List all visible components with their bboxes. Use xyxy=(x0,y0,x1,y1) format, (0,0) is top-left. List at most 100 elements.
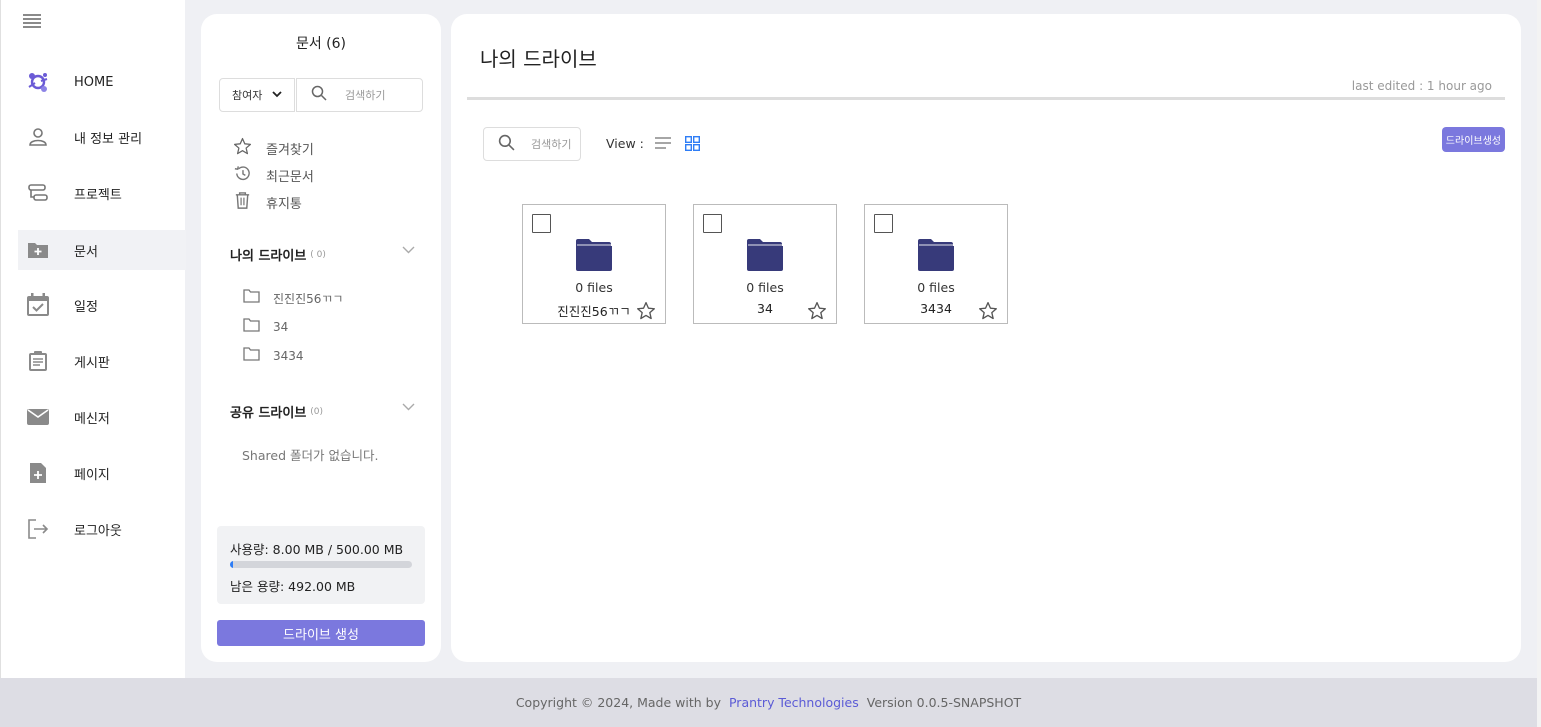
drive-search-input[interactable]: 검색하기 xyxy=(483,127,581,161)
participant-filter-select[interactable]: 참여자 xyxy=(219,78,295,112)
quick-link-label: 휴지통 xyxy=(266,196,302,212)
main-panel: 나의 드라이브 last edited : 1 hour ago 검색하기 Vi… xyxy=(451,14,1521,662)
folder-icon xyxy=(575,238,613,276)
nav-label: 문서 xyxy=(74,244,98,260)
shared-drive-title: 공유 드라이브 xyxy=(230,406,307,421)
create-drive-small-button[interactable]: 드라이브생성 xyxy=(1441,127,1505,152)
nav-label: HOME xyxy=(74,74,114,90)
search-placeholder: 검색하기 xyxy=(531,138,572,151)
search-placeholder: 검색하기 xyxy=(345,89,386,102)
search-icon xyxy=(311,85,327,105)
quick-link-label: 즐겨찾기 xyxy=(266,142,314,158)
storage-remaining-text: 남은 용량: 492.00 MB xyxy=(230,579,356,594)
my-drive-title: 나의 드라이브 xyxy=(230,249,307,264)
chevron-down-icon xyxy=(272,90,283,101)
project-icon xyxy=(18,183,58,203)
folder-plus-icon xyxy=(18,241,58,259)
storage-used-text: 사용량: 8.00 MB / 500.00 MB xyxy=(230,542,404,557)
my-drive-count: ( 0) xyxy=(310,249,326,260)
user-icon xyxy=(18,127,58,147)
folder-card[interactable]: 0 files 진진진56ㄲㄱ xyxy=(522,204,666,324)
nav-item-messenger[interactable]: 메신저 xyxy=(18,397,186,437)
nav-item-project[interactable]: 프로젝트 xyxy=(18,173,186,213)
file-plus-icon xyxy=(18,462,58,484)
footer: Copyright © 2024, Made with by Prantry T… xyxy=(0,678,1537,727)
nav-label: 페이지 xyxy=(74,467,110,483)
storage-progress-bar xyxy=(230,561,412,568)
page-title: 나의 드라이브 xyxy=(480,47,597,71)
shared-drive-count: (0) xyxy=(310,406,324,417)
folder-icon xyxy=(917,238,955,276)
clipboard-icon xyxy=(18,350,58,372)
storage-progress-fill xyxy=(230,561,233,568)
left-nav: HOME 내 정보 관리 프로젝트 문서 일정 게시판 메신저 페이지 로그아웃 xyxy=(0,0,186,678)
quick-link-favorites[interactable]: 즐겨찾기 xyxy=(233,137,314,159)
star-icon[interactable] xyxy=(807,301,827,325)
star-icon xyxy=(233,137,252,160)
quick-link-trash[interactable]: 휴지통 xyxy=(233,191,302,213)
footer-version: Version 0.0.5-SNAPSHOT xyxy=(866,695,1022,710)
page-scrollbar[interactable] xyxy=(1537,0,1541,727)
divider xyxy=(467,97,1505,100)
nav-label: 프로젝트 xyxy=(74,187,122,203)
folder-checkbox[interactable] xyxy=(703,214,722,233)
nav-label: 게시판 xyxy=(74,355,110,371)
nav-item-home[interactable]: HOME xyxy=(18,62,186,102)
history-icon xyxy=(233,164,252,187)
folder-outline-icon xyxy=(243,318,260,336)
list-view-icon[interactable] xyxy=(655,137,671,153)
footer-brand-link[interactable]: Prantry Technologies xyxy=(729,695,859,710)
folder-card[interactable]: 0 files 3434 xyxy=(864,204,1008,324)
folder-checkbox[interactable] xyxy=(874,214,893,233)
documents-title: 문서 (6) xyxy=(295,36,347,52)
chevron-down-icon[interactable] xyxy=(402,243,415,258)
quick-link-label: 최근문서 xyxy=(266,169,314,185)
nav-label: 내 정보 관리 xyxy=(74,131,143,147)
create-drive-button[interactable]: 드라이브 생성 xyxy=(217,620,425,646)
hamburger-menu-icon[interactable] xyxy=(23,14,41,28)
nav-item-logout[interactable]: 로그아웃 xyxy=(18,509,186,549)
search-icon xyxy=(498,134,515,155)
footer-copyright: Copyright © 2024, Made with by xyxy=(515,695,721,710)
folder-file-count: 0 files xyxy=(917,280,955,295)
tree-folder-label: 3434 xyxy=(273,349,304,363)
star-icon[interactable] xyxy=(978,301,998,325)
nav-item-profile[interactable]: 내 정보 관리 xyxy=(18,117,186,157)
nav-label: 일정 xyxy=(74,299,98,315)
nav-item-board[interactable]: 게시판 xyxy=(18,341,186,381)
shared-empty-message: Shared 폴더가 없습니다. xyxy=(242,448,379,463)
documents-search-input[interactable]: 검색하기 xyxy=(296,78,423,112)
my-drive-section-header[interactable]: 나의 드라이브 ( 0) xyxy=(230,245,415,264)
mail-icon xyxy=(18,408,58,426)
quick-link-recent[interactable]: 최근문서 xyxy=(233,164,314,186)
view-label: View : xyxy=(606,136,644,151)
tree-folder-label: 진진진56ㄲㄱ xyxy=(273,291,344,306)
folder-file-count: 0 files xyxy=(575,280,613,295)
grid-view-icon[interactable] xyxy=(684,135,700,155)
folder-checkbox[interactable] xyxy=(532,214,551,233)
documents-panel: 문서 (6) 참여자 검색하기 즐겨찾기 최근문서 휴지통 나의 드라이브 ( … xyxy=(201,14,441,662)
nav-item-schedule[interactable]: 일정 xyxy=(18,285,186,325)
folder-file-count: 0 files xyxy=(746,280,784,295)
logout-icon xyxy=(18,519,58,539)
tree-folder-item[interactable]: 34 xyxy=(243,318,288,336)
chevron-down-icon[interactable] xyxy=(402,400,415,415)
folder-outline-icon xyxy=(243,347,260,365)
nav-label: 메신저 xyxy=(74,411,110,427)
tree-folder-item[interactable]: 3434 xyxy=(243,347,304,365)
folder-icon xyxy=(746,238,784,276)
filter-value: 참여자 xyxy=(232,89,263,102)
nav-item-documents[interactable]: 문서 xyxy=(18,230,186,270)
logo-icon xyxy=(18,69,58,95)
nav-item-page[interactable]: 페이지 xyxy=(18,453,186,493)
nav-label: 로그아웃 xyxy=(74,523,122,539)
tree-folder-item[interactable]: 진진진56ㄲㄱ xyxy=(243,289,343,307)
star-icon[interactable] xyxy=(636,301,656,325)
trash-icon xyxy=(233,191,252,214)
storage-usage-box: 사용량: 8.00 MB / 500.00 MB 남은 용량: 492.00 M… xyxy=(217,526,425,604)
tree-folder-label: 34 xyxy=(273,320,289,334)
last-edited-text: last edited : 1 hour ago xyxy=(1351,79,1492,93)
calendar-check-icon xyxy=(18,293,58,317)
shared-drive-section-header[interactable]: 공유 드라이브 (0) xyxy=(230,402,415,421)
folder-card[interactable]: 0 files 34 xyxy=(693,204,837,324)
